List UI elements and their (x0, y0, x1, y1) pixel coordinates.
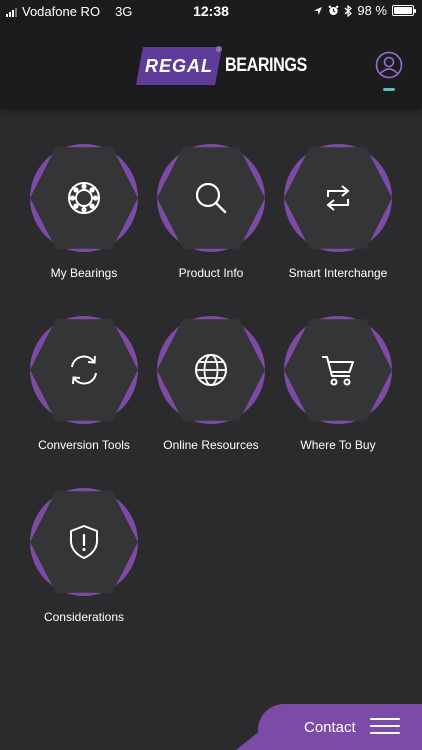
tile-where-to-buy[interactable]: Where To Buy (268, 316, 408, 452)
tile-label: Product Info (178, 266, 244, 280)
search-icon (195, 182, 227, 214)
tile-icon-wrap (30, 488, 138, 596)
shopping-cart-icon (322, 356, 354, 386)
globe-icon (195, 354, 227, 386)
battery-percent: 98 % (357, 3, 387, 18)
status-right: 98 % (313, 3, 416, 18)
shield-alert-icon (70, 525, 98, 559)
main-menu-grid: My Bearings Product Info Smart Interchan… (0, 108, 422, 750)
tile-icon-wrap (30, 144, 138, 252)
battery-fill (394, 7, 412, 14)
tile-conversion-tools[interactable]: Conversion Tools (14, 316, 154, 452)
tile-my-bearings[interactable]: My Bearings (14, 144, 154, 280)
logo-badge-text: REGAL (145, 55, 213, 76)
tile-icon-wrap (157, 144, 265, 252)
contact-label: Contact (304, 719, 356, 736)
regal-bearings-logo: REGAL ® BEARINGS (136, 45, 307, 85)
tile-icon-wrap (157, 316, 265, 424)
logo-text: BEARINGS (225, 55, 307, 76)
tile-considerations[interactable]: Considerations (14, 488, 154, 624)
tile-label: Considerations (43, 610, 125, 624)
tile-online-resources[interactable]: Online Resources (141, 316, 281, 452)
alarm-icon (329, 5, 339, 16)
bearing-icon (68, 182, 100, 214)
tile-smart-interchange[interactable]: Smart Interchange (268, 144, 408, 280)
battery-icon (392, 5, 416, 16)
active-tab-indicator (383, 88, 395, 91)
tile-icon-wrap (284, 144, 392, 252)
status-bar: Vodafone RO 3G 12:38 98 % (0, 0, 422, 22)
app-header: REGAL ® BEARINGS (0, 22, 422, 108)
tile-label: Where To Buy (300, 438, 376, 452)
tile-icon-wrap (284, 316, 392, 424)
tile-label: Conversion Tools (38, 438, 130, 452)
profile-button[interactable] (375, 51, 403, 79)
tile-icon-wrap (30, 316, 138, 424)
logo-badge: REGAL (136, 47, 222, 85)
contact-button[interactable]: Contact (258, 704, 422, 750)
tile-product-info[interactable]: Product Info (141, 144, 281, 280)
location-arrow-icon (314, 6, 323, 15)
bluetooth-icon (344, 4, 353, 17)
tile-label: My Bearings (50, 266, 118, 280)
interchange-arrows-icon (326, 185, 350, 211)
hamburger-menu-icon (370, 718, 400, 736)
tile-label: Smart Interchange (288, 266, 388, 280)
tile-label: Online Resources (163, 438, 259, 452)
refresh-icon (71, 355, 97, 385)
registered-mark: ® (216, 45, 222, 54)
user-profile-icon (375, 51, 403, 79)
